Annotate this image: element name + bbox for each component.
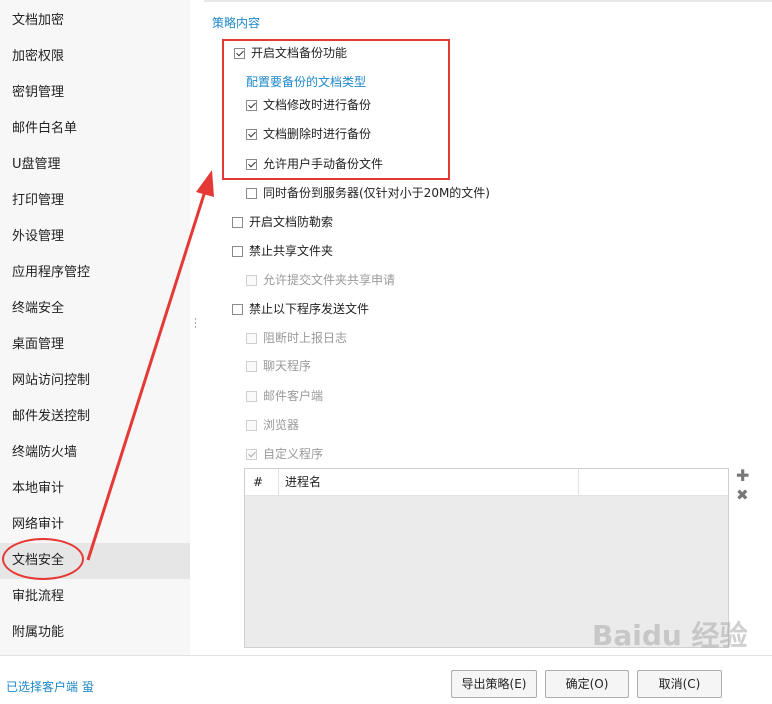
- baidu-watermark: Baidu 经验: [592, 619, 748, 652]
- ok-button[interactable]: 确定(O): [545, 670, 629, 698]
- footer-bar: 已选择客户端 蛩 导出策略(E) 确定(O) 取消(C): [0, 655, 772, 704]
- export-policy-button[interactable]: 导出策略(E): [451, 670, 537, 698]
- cancel-button[interactable]: 取消(C): [637, 670, 722, 698]
- annotation-arrow-icon: [86, 170, 214, 561]
- selected-clients-link[interactable]: 已选择客户端 蛩: [6, 678, 94, 695]
